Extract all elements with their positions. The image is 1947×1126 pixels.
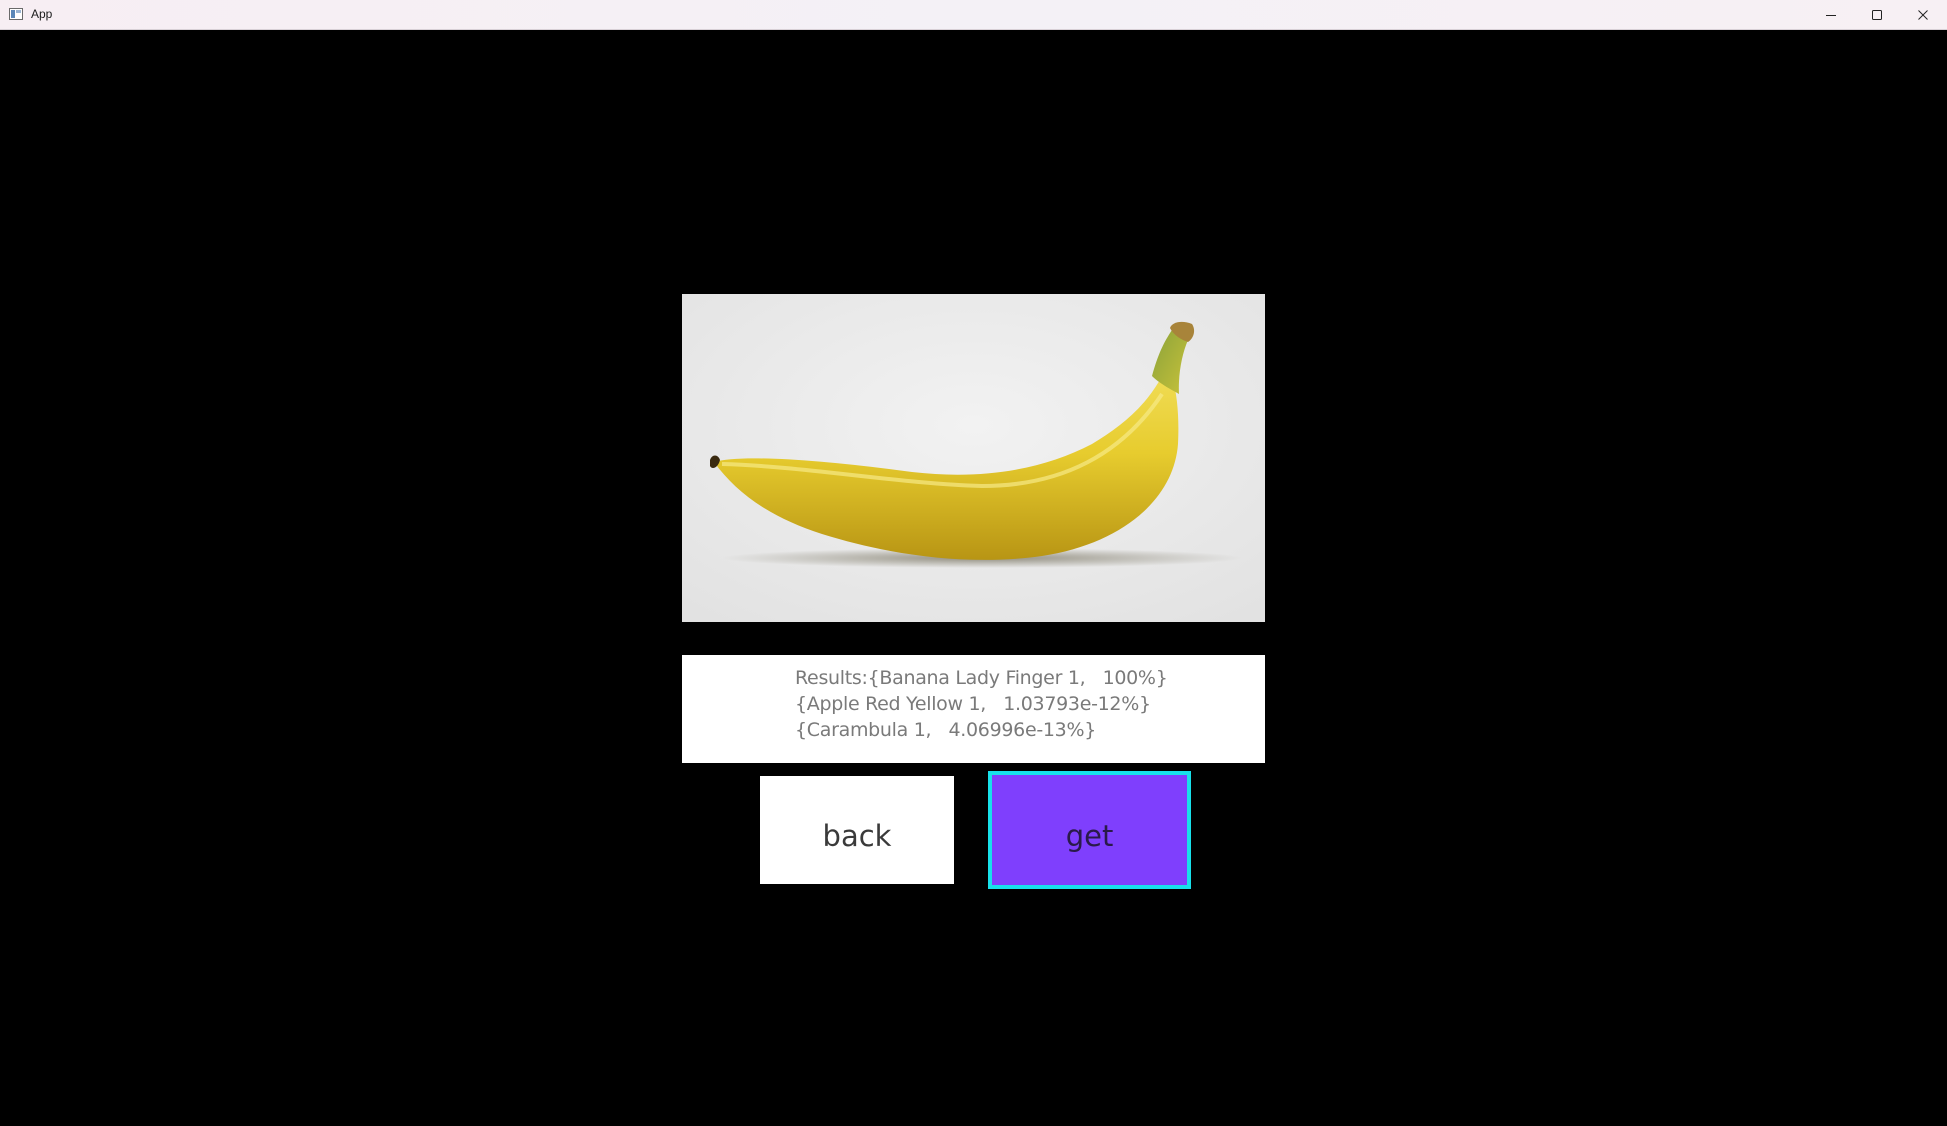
results-panel: Results:{Banana Lady Finger 1, 100%} {App… [682, 655, 1265, 763]
maximize-button[interactable] [1854, 0, 1900, 30]
banana-picture [682, 294, 1265, 622]
minimize-button[interactable] [1808, 0, 1854, 30]
app-icon [9, 8, 23, 20]
get-button[interactable]: get [988, 771, 1191, 889]
results-text: Results:{Banana Lady Finger 1, 100%} {App… [795, 665, 1168, 743]
title-bar[interactable]: App [0, 0, 1947, 30]
back-button[interactable]: back [760, 776, 954, 884]
maximize-icon [1872, 10, 1882, 20]
result-line-3: {Carambula 1, 4.06996e-13%} [795, 719, 1097, 741]
back-button-label: back [822, 819, 892, 853]
result-line-2: {Apple Red Yellow 1, 1.03793e-12%} [795, 693, 1151, 715]
app-window: App Results:{Banana Lady Finger 1, 100%}… [0, 0, 1947, 1126]
close-icon [1918, 10, 1928, 20]
window-title: App [31, 7, 53, 21]
result-line-1: Results:{Banana Lady Finger 1, 100%} [795, 667, 1168, 689]
minimize-icon [1826, 15, 1836, 16]
close-button[interactable] [1900, 0, 1946, 30]
get-button-label: get [1065, 819, 1114, 853]
fruit-image [682, 294, 1265, 622]
